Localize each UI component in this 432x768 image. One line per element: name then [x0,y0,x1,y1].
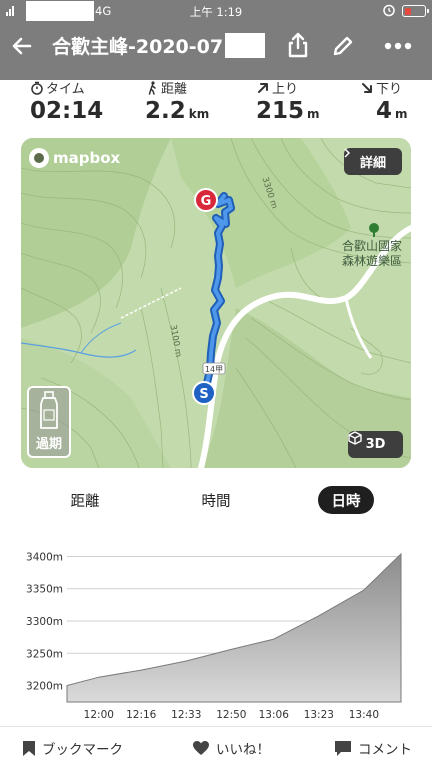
elevation-chart-svg: 3400m 3350m 3300m 3250m 3200m 12:00 12:16 12:3… [26,551,402,721]
comment-icon [335,740,351,756]
stat-descent-unit: m [395,107,408,121]
mapbox-logo-icon [29,148,49,168]
x-tick-label: 12:00 [84,709,114,721]
x-tick-label: 13:23 [304,709,334,721]
stat-descent-value: 4 [376,98,393,124]
x-tick-label: 12:33 [171,709,201,721]
bottle-icon [40,391,58,429]
stat-distance-value: 2.2 [145,98,186,124]
road-shield-label: 14甲 [205,365,223,374]
arrow-down-right-icon [362,82,372,93]
page-title: 合歡主峰-2020-07 [52,35,224,58]
expired-badge: 過期 [27,386,71,458]
status-time: 上午 1:19 [189,5,243,19]
map-3d-button[interactable]: 3D [348,431,403,458]
svg-text:S: S [199,387,208,402]
comment-label: コメント [358,742,412,758]
app-header: 4G 上午 1:19 合歡主峰-2020-07 [0,0,432,80]
x-tick-label: 12:50 [216,709,246,721]
battery-icon [402,5,429,17]
like-label: いいね！ [216,742,270,758]
y-tick-label: 3350m [26,584,63,596]
bookmark-label: ブックマーク [42,742,123,758]
x-tick-label: 13:06 [259,709,290,721]
stopwatch-icon [31,81,43,95]
stat-distance-unit: km [188,107,210,121]
title-bar: 合歡主峰-2020-07 [52,31,266,59]
y-tick-label: 3300m [26,616,63,628]
toggle-distance[interactable]: 距離 [50,486,120,514]
y-tick-label: 3200m [26,681,63,693]
stat-ascent-unit: m [307,107,320,121]
chart-axis-toggle: 距離 時間 日時 [0,486,432,514]
share-icon[interactable] [285,31,311,59]
bookmark-icon [23,740,35,756]
map-canvas: 14甲 S G [21,138,411,468]
cube-icon [348,431,362,445]
start-marker[interactable]: S [192,381,216,405]
x-tick-label: 12:16 [126,709,157,721]
comment-button[interactable]: コメント [334,727,412,768]
goal-marker[interactable]: G [194,188,218,212]
activity-stats: タイム 02:14 距離 2.2 km 上り 215 m 下り 4 m [0,76,432,132]
arrow-up-right-icon [258,82,268,93]
status-bar: 4G 上午 1:19 [0,0,432,22]
title-redaction [225,32,266,58]
bottom-action-bar: ブックマーク いいね！ コメント [0,726,432,768]
alarm-icon [383,4,395,17]
edit-pencil-icon[interactable] [331,34,355,58]
y-tick-label: 3400m [26,551,63,563]
stat-distance-label: 距離 [161,82,188,97]
y-tick-label: 3250m [26,648,63,660]
back-arrow-icon[interactable] [10,34,34,58]
svg-text:G: G [201,194,212,209]
toggle-time[interactable]: 時間 [180,486,252,514]
map-detail-button[interactable]: 詳細 [344,148,402,175]
x-tick-label: 13:40 [349,709,379,721]
chevron-right-icon [344,148,350,158]
toggle-datetime[interactable]: 日時 [318,486,374,514]
more-icon[interactable] [383,38,413,54]
elevation-chart: 3400m 3350m 3300m 3250m 3200m 12:00 12:16 12:3… [0,540,432,725]
stat-time-value: 02:14 [30,98,104,124]
stat-time-label: タイム [46,82,85,97]
like-button[interactable]: いいね！ [192,727,270,768]
stat-ascent-value: 215 [256,98,305,124]
stat-descent-label: 下り [376,82,403,97]
stat-ascent-label: 上り [272,82,299,97]
mapbox-logo: mapbox [29,148,120,168]
elevation-area [66,552,402,703]
hiker-icon [148,80,156,95]
route-map[interactable]: 14甲 S G 3300 m 3100 m mapbox 詳細 合歡山國家森林遊… [21,138,411,468]
bookmark-button[interactable]: ブックマーク [22,727,123,768]
poi-forest-recreation-area[interactable]: 合歡山國家森林遊樂區 [338,239,406,269]
heart-icon [193,741,209,755]
